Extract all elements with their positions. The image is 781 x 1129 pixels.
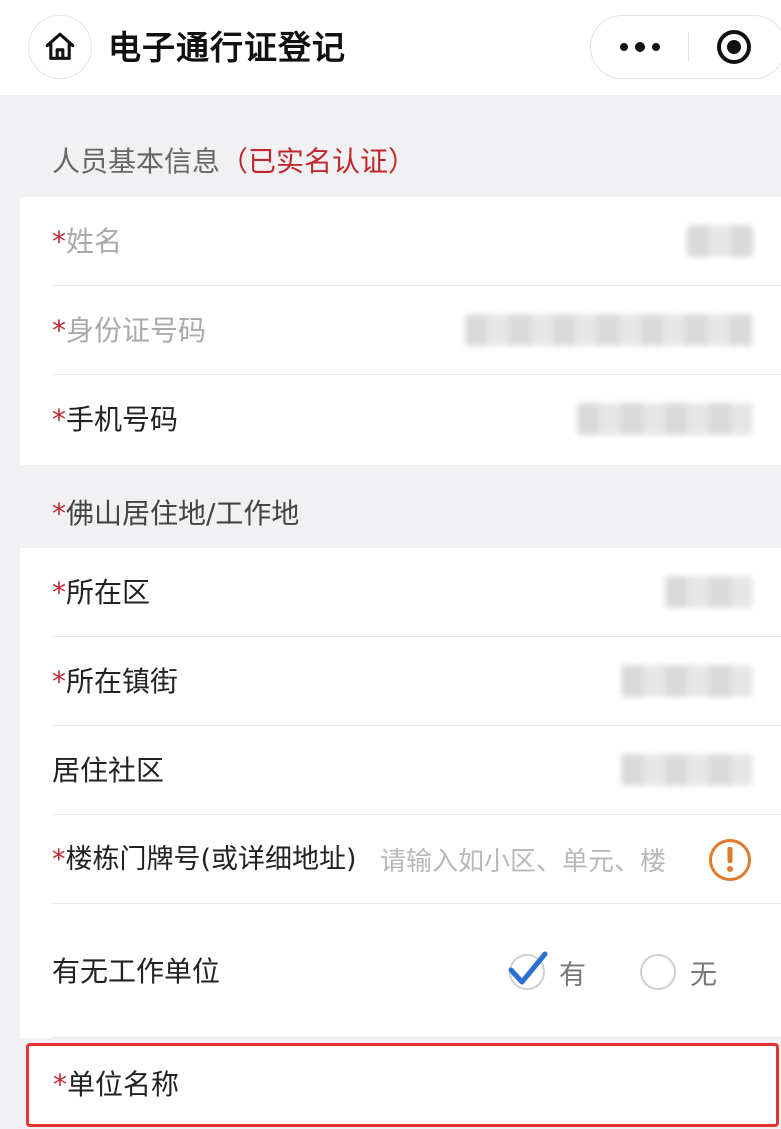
required-star: * — [52, 402, 66, 436]
town-label-text: 所在镇街 — [66, 664, 179, 698]
town-value-redacted — [621, 665, 753, 697]
town-label: *所在镇街 — [52, 662, 178, 702]
unit-name-label-text: 单位名称 — [67, 1068, 180, 1101]
radio-yes[interactable] — [508, 951, 548, 990]
name-row[interactable]: *姓名 — [20, 197, 781, 286]
address-row[interactable]: *楼栋门牌号(或详细地址) 请输入如小区、单元、楼 — [20, 815, 781, 904]
checkmark-icon — [508, 951, 548, 985]
employer-radio-group: 有 无 — [508, 951, 717, 992]
employer-label: 有无工作单位 — [52, 955, 221, 988]
name-value-redacted — [687, 225, 753, 257]
required-star: * — [52, 313, 66, 347]
id-number-row[interactable]: *身份证号码 — [20, 286, 781, 375]
name-label: *姓名 — [52, 222, 122, 262]
employer-row: 有无工作单位 有 无 — [20, 906, 781, 1038]
address-label-text: 楼栋门牌号(或详细地址) — [65, 843, 357, 875]
radio-no[interactable] — [640, 954, 676, 990]
more-dots-icon — [619, 42, 660, 52]
id-number-label: *身份证号码 — [52, 311, 206, 351]
phone-value-redacted — [577, 403, 753, 435]
mini-program-capsule — [590, 15, 781, 79]
navigation-bar: 电子通行证登记 — [0, 0, 781, 95]
radio-yes-label[interactable]: 有 — [559, 953, 586, 992]
section-basic-info-header: 人员基本信息（已实名认证） — [52, 142, 416, 182]
more-button[interactable] — [591, 16, 688, 78]
employer-group: 有无工作单位 有 无 — [20, 906, 781, 1038]
page-title: 电子通行证登记 — [108, 28, 346, 67]
unit-name-label: *单位名称 — [53, 1065, 179, 1105]
section-residence-header: *佛山居住地/工作地 — [52, 494, 299, 534]
address-input-placeholder[interactable]: 请输入如小区、单元、楼 — [380, 841, 666, 878]
verified-tag: （已实名认证） — [220, 145, 417, 178]
section-residence-title: 佛山居住地/工作地 — [66, 497, 300, 530]
required-star: * — [52, 664, 66, 698]
section-title: 人员基本信息 — [52, 145, 221, 178]
district-label: *所在区 — [52, 573, 150, 613]
district-label-text: 所在区 — [66, 575, 151, 609]
community-value-redacted — [621, 754, 753, 786]
community-label: 居住社区 — [52, 753, 165, 787]
required-star: * — [53, 1068, 67, 1101]
district-row[interactable]: *所在区 — [20, 548, 781, 637]
close-button[interactable] — [689, 16, 779, 78]
basic-info-group: *姓名 *身份证号码 *手机号码 — [20, 197, 781, 465]
target-icon — [717, 30, 751, 64]
name-label-text: 姓名 — [66, 224, 123, 258]
exclamation-circle-icon[interactable] — [709, 838, 751, 881]
phone-label-text: 手机号码 — [66, 402, 179, 436]
id-number-label-text: 身份证号码 — [66, 313, 207, 347]
district-value-redacted — [665, 576, 753, 608]
phone-row[interactable]: *手机号码 — [20, 375, 781, 464]
id-number-value-redacted — [465, 314, 753, 346]
required-star: * — [52, 224, 66, 258]
required-star: * — [52, 575, 66, 609]
address-label: *楼栋门牌号(或详细地址) — [52, 840, 357, 880]
home-button[interactable] — [28, 15, 92, 79]
home-icon — [45, 32, 75, 60]
phone-label: *手机号码 — [52, 400, 178, 440]
unit-name-row[interactable]: *单位名称 — [26, 1043, 779, 1127]
required-star: * — [52, 843, 66, 875]
required-star: * — [52, 497, 66, 530]
radio-no-label[interactable]: 无 — [690, 953, 717, 992]
community-row[interactable]: 居住社区 — [20, 726, 781, 815]
residence-group: *所在区 *所在镇街 居住社区 *楼栋门牌号(或详细地址) 请输入如小区、单元、… — [20, 548, 781, 906]
town-row[interactable]: *所在镇街 — [20, 637, 781, 726]
